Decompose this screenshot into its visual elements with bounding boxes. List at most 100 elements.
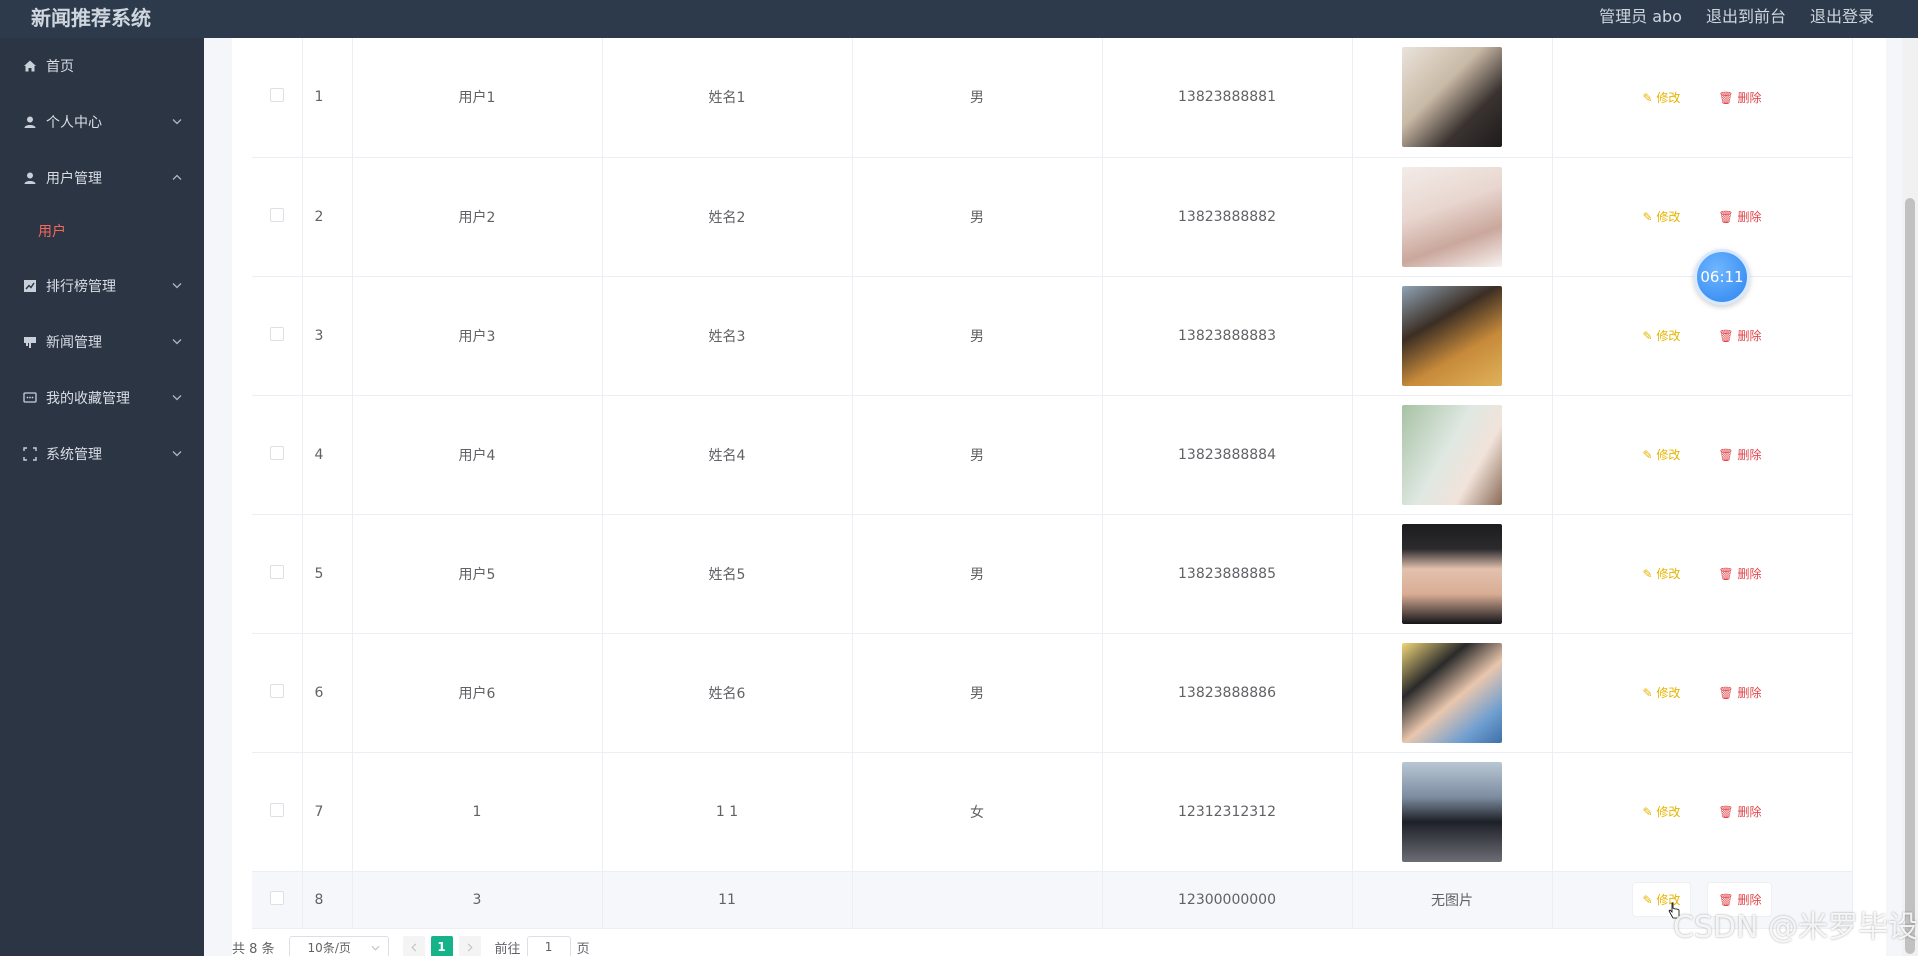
back-to-front-link[interactable]: 退出到前台 bbox=[1706, 3, 1786, 27]
page-jump: 前往 1 页 bbox=[495, 936, 590, 956]
row-checkbox[interactable] bbox=[269, 88, 284, 103]
goto-suffix: 页 bbox=[576, 941, 590, 956]
edit-button[interactable]: ✎ 修改 bbox=[1633, 81, 1691, 114]
sidebar-item-home[interactable]: 首页 bbox=[0, 38, 204, 94]
sidebar-item-favorites-management[interactable]: 我的收藏管理 bbox=[0, 370, 204, 426]
row-checkbox[interactable] bbox=[269, 326, 284, 341]
row-checkbox[interactable] bbox=[269, 802, 284, 817]
main-content: 1 用户1 姓名1 男 13823888881 ✎ 修改 🗑 删除 2 用户2 … bbox=[204, 38, 1918, 956]
gender-cell: 男 bbox=[852, 514, 1103, 634]
account-cell: 用户6 bbox=[352, 633, 603, 753]
fullscreen-icon bbox=[22, 446, 38, 462]
account-cell: 用户4 bbox=[352, 395, 603, 515]
trash-icon: 🗑 bbox=[1718, 805, 1734, 819]
phone-cell: 12300000000 bbox=[1102, 871, 1353, 929]
edit-button[interactable]: ✎ 修改 bbox=[1633, 557, 1691, 590]
news-icon bbox=[22, 334, 38, 350]
row-checkbox[interactable] bbox=[269, 564, 284, 579]
sidebar-item-label: 我的收藏管理 bbox=[46, 391, 130, 407]
logout-link[interactable]: 退出登录 bbox=[1810, 3, 1874, 27]
sidebar-item-label: 首页 bbox=[46, 59, 74, 75]
phone-cell: 13823888884 bbox=[1102, 395, 1353, 515]
edit-button[interactable]: ✎ 修改 bbox=[1633, 200, 1691, 233]
row-index: 1 bbox=[302, 38, 353, 158]
edit-icon: ✎ bbox=[1642, 686, 1653, 700]
row-index: 2 bbox=[302, 157, 353, 277]
message-icon bbox=[22, 390, 38, 406]
table-row: 6 用户6 姓名6 男 13823888886 ✎ 修改 🗑 删除 bbox=[252, 633, 1853, 753]
edit-icon: ✎ bbox=[1642, 210, 1653, 224]
sidebar-item-personal-center[interactable]: 个人中心 bbox=[0, 94, 204, 150]
row-checkbox[interactable] bbox=[269, 445, 284, 460]
chevron-down-icon bbox=[172, 337, 182, 348]
avatar-photo bbox=[1402, 166, 1502, 267]
edit-button[interactable]: ✎ 修改 bbox=[1633, 319, 1691, 352]
user-icon bbox=[22, 170, 38, 186]
row-checkbox[interactable] bbox=[269, 890, 284, 905]
top-bar: 新闻推荐系统 管理员 abo 退出到前台 退出登录 bbox=[0, 0, 1918, 38]
delete-button[interactable]: 🗑 删除 bbox=[1708, 81, 1771, 114]
avatar-photo bbox=[1402, 285, 1502, 386]
floating-timer[interactable]: 06:11 bbox=[1694, 249, 1750, 305]
trash-icon: 🗑 bbox=[1718, 567, 1734, 581]
row-index: 5 bbox=[302, 514, 353, 634]
table-row: 1 用户1 姓名1 男 13823888881 ✎ 修改 🗑 删除 bbox=[252, 38, 1853, 158]
user-icon bbox=[22, 114, 38, 130]
prev-page-button[interactable] bbox=[402, 936, 425, 956]
row-checkbox[interactable] bbox=[269, 207, 284, 222]
delete-button[interactable]: 🗑 删除 bbox=[1708, 200, 1771, 233]
edit-icon: ✎ bbox=[1642, 448, 1653, 462]
sidebar-item-system-management[interactable]: 系统管理 bbox=[0, 426, 204, 482]
delete-button[interactable]: 🗑 删除 bbox=[1708, 557, 1771, 590]
header-links: 管理员 abo 退出到前台 退出登录 bbox=[1599, 3, 1874, 27]
row-index: 6 bbox=[302, 633, 353, 753]
page-nav: 1 bbox=[402, 936, 481, 956]
delete-button[interactable]: 🗑 删除 bbox=[1708, 438, 1771, 471]
sidebar-item-news-management[interactable]: 新闻管理 bbox=[0, 314, 204, 370]
phone-cell: 13823888883 bbox=[1102, 276, 1353, 396]
goto-page-input[interactable]: 1 bbox=[526, 936, 571, 956]
table-panel: 1 用户1 姓名1 男 13823888881 ✎ 修改 🗑 删除 2 用户2 … bbox=[232, 38, 1886, 956]
edit-icon: ✎ bbox=[1642, 90, 1653, 105]
name-cell: 姓名2 bbox=[602, 157, 853, 277]
delete-button[interactable]: 🗑 删除 bbox=[1708, 676, 1771, 709]
scrollbar-thumb[interactable] bbox=[1905, 198, 1915, 954]
sidebar-item-user-management[interactable]: 用户管理 bbox=[0, 150, 204, 206]
chevron-up-icon bbox=[172, 173, 182, 184]
edit-icon: ✎ bbox=[1642, 893, 1653, 907]
chevron-down-icon bbox=[172, 281, 182, 292]
page-size-select[interactable]: 10条/页 bbox=[288, 936, 389, 956]
next-page-button[interactable] bbox=[458, 936, 481, 956]
sidebar-item-label: 个人中心 bbox=[46, 115, 102, 131]
sidebar-item-label: 用户管理 bbox=[46, 171, 102, 187]
delete-button[interactable]: 🗑 删除 bbox=[1708, 319, 1771, 352]
edit-button[interactable]: ✎ 修改 bbox=[1633, 795, 1691, 828]
row-checkbox[interactable] bbox=[269, 683, 284, 698]
goto-prefix: 前往 bbox=[494, 941, 521, 956]
sidebar-item-label: 排行榜管理 bbox=[46, 279, 116, 295]
sidebar: 首页 个人中心 用户管理 用户 排行榜管理 新闻管理 我的收藏管理 系统管理 bbox=[0, 38, 204, 956]
name-cell: 姓名4 bbox=[602, 395, 853, 515]
gender-cell: 男 bbox=[852, 157, 1103, 277]
account-cell: 用户2 bbox=[352, 157, 603, 277]
edit-button[interactable]: ✎ 修改 bbox=[1633, 676, 1691, 709]
chevron-down-icon bbox=[172, 117, 182, 128]
phone-cell: 13823888885 bbox=[1102, 514, 1353, 634]
avatar-photo bbox=[1402, 47, 1502, 148]
sidebar-item-ranking-management[interactable]: 排行榜管理 bbox=[0, 258, 204, 314]
row-index: 8 bbox=[302, 871, 353, 929]
sidebar-subitem-user[interactable]: 用户 bbox=[0, 206, 204, 258]
row-index: 4 bbox=[302, 395, 353, 515]
user-table: 1 用户1 姓名1 男 13823888881 ✎ 修改 🗑 删除 2 用户2 … bbox=[252, 38, 1853, 929]
name-cell: 11 bbox=[602, 871, 853, 929]
app-title: 新闻推荐系统 bbox=[31, 6, 151, 30]
edit-button[interactable]: ✎ 修改 bbox=[1633, 438, 1691, 471]
sidebar-item-label: 系统管理 bbox=[46, 447, 102, 463]
page-number-current[interactable]: 1 bbox=[430, 936, 453, 956]
pagination: 共 8 条 10条/页 1 前往 1 页 bbox=[232, 936, 590, 956]
delete-button[interactable]: 🗑 删除 bbox=[1708, 795, 1771, 828]
page-scrollbar[interactable] bbox=[1902, 38, 1918, 956]
phone-cell: 13823888882 bbox=[1102, 157, 1353, 277]
account-cell: 用户5 bbox=[352, 514, 603, 634]
phone-cell: 13823888886 bbox=[1102, 633, 1353, 753]
